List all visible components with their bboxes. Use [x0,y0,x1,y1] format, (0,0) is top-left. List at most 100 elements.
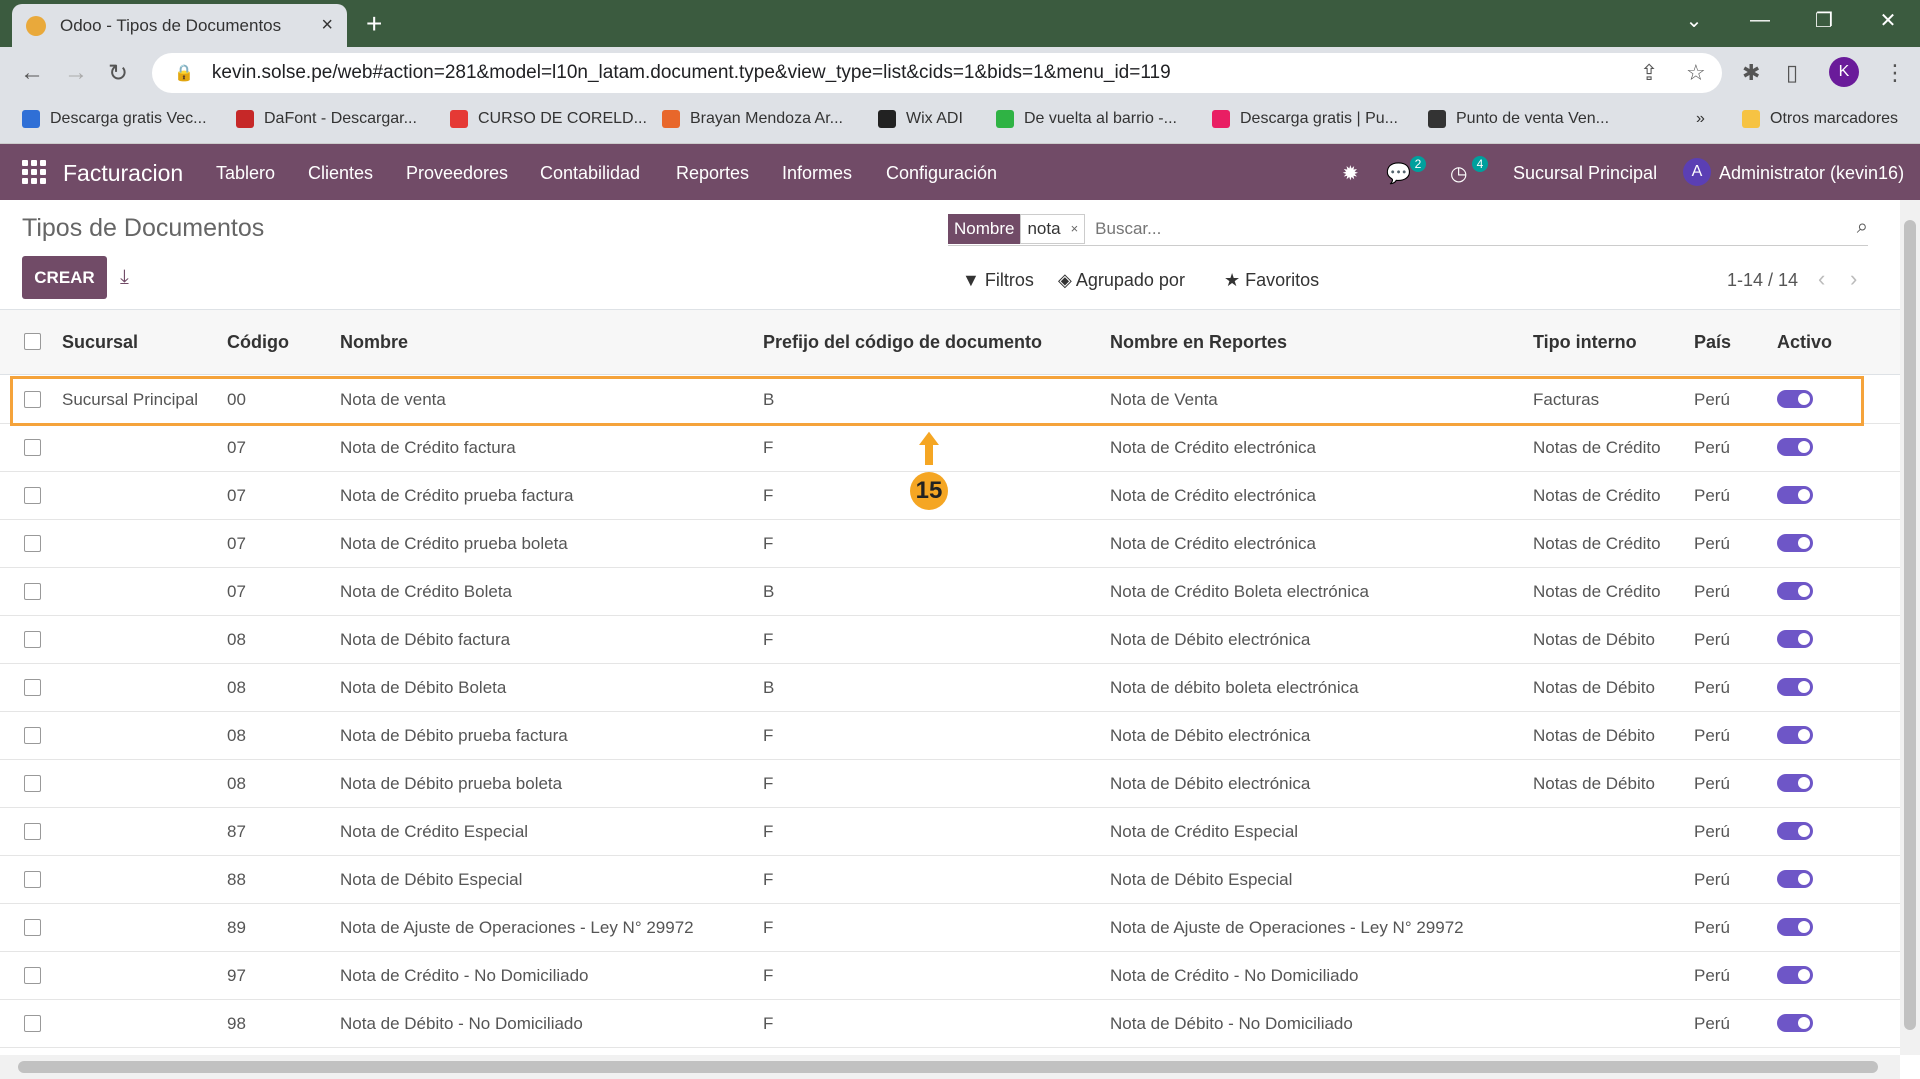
pager-previous-icon[interactable]: ‹ [1818,266,1825,292]
tab-search-icon[interactable]: ⌄ [1662,0,1726,40]
forward-icon[interactable]: → [64,59,88,87]
search-icon[interactable]: ⌕ [1857,216,1868,239]
row-checkbox[interactable] [24,871,41,888]
user-avatar[interactable]: A [1683,158,1711,186]
bookmark-item[interactable]: Wix ADI [878,110,963,128]
activities-clock-icon[interactable]: ◷ [1450,161,1467,186]
row-checkbox[interactable] [24,439,41,456]
bookmark-item[interactable]: CURSO DE CORELD... [450,110,647,128]
row-checkbox[interactable] [24,487,41,504]
active-toggle[interactable] [1777,822,1813,840]
filters-button[interactable]: ▼ Filtros [962,270,1034,291]
table-row[interactable]: 87 Nota de Crédito Especial F Nota de Crédi… [0,808,1900,856]
table-row[interactable]: 08 Nota de Débito factura F Nota de Débito … [0,616,1900,664]
table-row[interactable]: 08 Nota de Débito prueba boleta F Nota de D… [0,760,1900,808]
row-checkbox[interactable] [24,967,41,984]
active-toggle[interactable] [1777,630,1813,648]
browser-tab[interactable]: Odoo - Tipos de Documentos × [12,4,347,47]
tab-close-icon[interactable]: × [321,14,333,37]
reload-icon[interactable]: ↻ [108,59,128,88]
browser-menu-icon[interactable]: ⋮ [1884,60,1906,86]
active-toggle[interactable] [1777,582,1813,600]
row-checkbox[interactable] [24,679,41,696]
row-checkbox[interactable] [24,535,41,552]
groupby-button[interactable]: ◈ Agrupado por [1058,270,1185,291]
row-checkbox[interactable] [24,583,41,600]
bookmark-item[interactable]: Punto de venta Ven... [1428,110,1609,128]
profile-avatar[interactable]: K [1829,57,1859,87]
bookmark-item[interactable]: Brayan Mendoza Ar... [662,110,843,128]
table-row[interactable]: 97 Nota de Crédito - No Domiciliado F Nota … [0,952,1900,1000]
restore-icon[interactable]: ❐ [1792,0,1856,40]
active-toggle[interactable] [1777,966,1813,984]
company-switcher[interactable]: Sucursal Principal [1513,163,1657,184]
active-toggle[interactable] [1777,918,1813,936]
table-row[interactable]: 07 Nota de Crédito prueba boleta F Nota de … [0,520,1900,568]
row-checkbox[interactable] [24,727,41,744]
row-checkbox[interactable] [24,823,41,840]
address-bar[interactable]: 🔒 kevin.solse.pe/web#action=281&model=l1… [152,53,1722,93]
vertical-scrollbar-thumb[interactable] [1904,220,1916,1030]
row-checkbox[interactable] [24,631,41,648]
column-header-codigo[interactable]: Código [227,332,289,353]
table-row[interactable]: 08 Nota de Débito prueba factura F Nota de … [0,712,1900,760]
horizontal-scrollbar-thumb[interactable] [18,1061,1878,1073]
window-close-icon[interactable]: ✕ [1856,0,1920,40]
bookmark-item[interactable]: Descarga gratis | Pu... [1212,110,1398,128]
select-all-checkbox[interactable] [24,333,41,350]
column-header-activo[interactable]: Activo [1777,332,1832,353]
bookmark-item[interactable]: Descarga gratis Vec... [22,110,207,128]
active-toggle[interactable] [1777,678,1813,696]
active-toggle[interactable] [1777,390,1813,408]
active-toggle[interactable] [1777,726,1813,744]
menu-contabilidad[interactable]: Contabilidad [540,163,640,184]
pager-next-icon[interactable]: › [1850,266,1857,292]
column-header-prefijo[interactable]: Prefijo del código de documento [763,332,1042,353]
create-button[interactable]: CREAR [22,256,107,299]
row-checkbox[interactable] [24,391,41,408]
column-header-tipo-interno[interactable]: Tipo interno [1533,332,1637,353]
table-row[interactable]: 07 Nota de Crédito prueba factura F Nota de… [0,472,1900,520]
active-toggle[interactable] [1777,870,1813,888]
menu-configuracion[interactable]: Configuración [886,163,997,184]
active-toggle[interactable] [1777,774,1813,792]
column-header-pais[interactable]: País [1694,332,1731,353]
search-input[interactable] [1095,218,1796,239]
table-row[interactable]: Sucursal Principal 00 Nota de venta B Nota d… [0,376,1900,424]
column-header-sucursal[interactable]: Sucursal [62,332,138,353]
new-tab-icon[interactable]: + [366,8,382,40]
menu-proveedores[interactable]: Proveedores [406,163,508,184]
active-toggle[interactable] [1777,438,1813,456]
favorites-button[interactable]: ★ Favoritos [1224,270,1319,291]
menu-reportes[interactable]: Reportes [676,163,749,184]
side-panel-icon[interactable]: ▯ [1786,60,1798,86]
download-icon[interactable]: ⤓ [120,266,129,289]
facet-remove-icon[interactable]: × [1071,221,1079,236]
share-icon[interactable]: ⇪ [1640,60,1658,86]
bookmark-star-icon[interactable]: ☆ [1686,60,1706,86]
bookmark-item[interactable]: DaFont - Descargar... [236,110,417,128]
back-icon[interactable]: ← [20,59,44,87]
other-bookmarks[interactable]: Otros marcadores [1742,110,1898,128]
extensions-icon[interactable]: ✱ [1742,60,1760,86]
menu-informes[interactable]: Informes [782,163,852,184]
minimize-icon[interactable]: — [1728,0,1792,40]
column-header-nombre[interactable]: Nombre [340,332,408,353]
table-row[interactable]: 08 Nota de Débito Boleta B Nota de débito b… [0,664,1900,712]
bookmark-item[interactable]: De vuelta al barrio -... [996,110,1177,128]
active-toggle[interactable] [1777,1014,1813,1032]
debug-bug-icon[interactable]: ✹ [1342,161,1359,186]
column-header-nombre-reportes[interactable]: Nombre en Reportes [1110,332,1287,353]
pager-value[interactable]: 1-14 / 14 [1727,270,1798,291]
user-menu[interactable]: Administrator (kevin16) [1719,163,1904,184]
table-row[interactable]: 89 Nota de Ajuste de Operaciones - Ley N°… [0,904,1900,952]
table-row[interactable]: 88 Nota de Débito Especial F Nota de Débito… [0,856,1900,904]
messages-icon[interactable]: 💬 [1386,161,1411,186]
row-checkbox[interactable] [24,775,41,792]
menu-tablero[interactable]: Tablero [216,163,275,184]
row-checkbox[interactable] [24,1015,41,1032]
table-row[interactable]: 07 Nota de Crédito Boleta B Nota de Crédito… [0,568,1900,616]
active-toggle[interactable] [1777,486,1813,504]
bookmarks-overflow-icon[interactable]: » [1696,110,1705,128]
app-brand[interactable]: Facturacion [63,160,183,187]
